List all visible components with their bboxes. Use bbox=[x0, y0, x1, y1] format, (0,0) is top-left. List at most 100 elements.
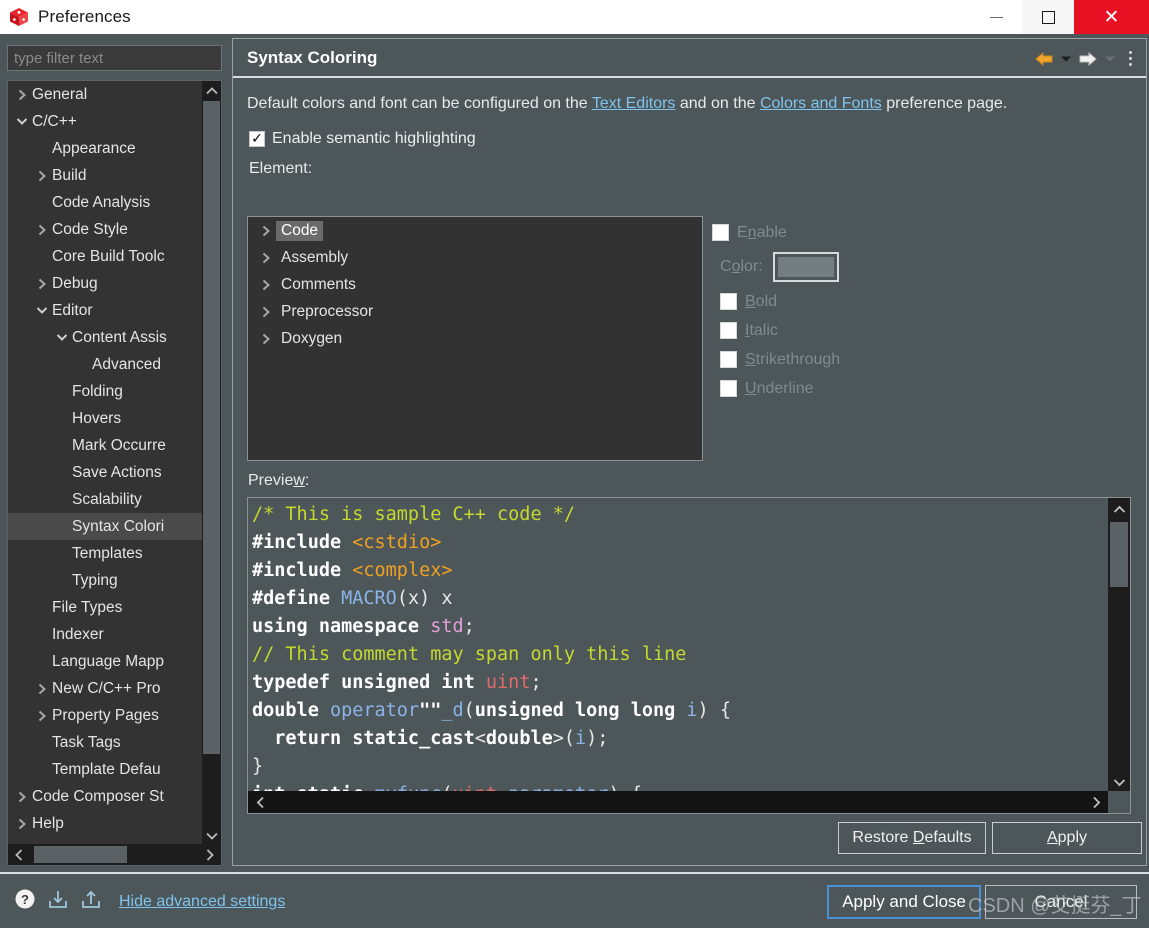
sidebar-vertical-scrollbar[interactable] bbox=[202, 81, 221, 846]
scroll-down-icon[interactable] bbox=[1108, 771, 1130, 793]
minimize-button[interactable] bbox=[970, 0, 1022, 34]
twisty-icon[interactable] bbox=[32, 278, 52, 290]
sidebar-item-templates[interactable]: Templates bbox=[8, 540, 204, 567]
twisty-icon[interactable] bbox=[32, 305, 52, 316]
sidebar-item-c-c[interactable]: C/C++ bbox=[8, 108, 204, 135]
twisty-icon[interactable] bbox=[32, 710, 52, 722]
twisty-icon[interactable] bbox=[12, 791, 32, 803]
preview-horizontal-scrollbar[interactable] bbox=[248, 791, 1108, 813]
sidebar-scroll-thumb[interactable] bbox=[203, 101, 220, 754]
underline-checkbox[interactable]: Underline bbox=[712, 374, 902, 403]
help-icon[interactable]: ? bbox=[14, 888, 36, 915]
scrollbar-corner bbox=[1108, 791, 1130, 813]
sidebar-item-content-assis[interactable]: Content Assis bbox=[8, 324, 204, 351]
sidebar-item-code-analysis[interactable]: Code Analysis bbox=[8, 189, 204, 216]
text-editors-link[interactable]: Text Editors bbox=[592, 95, 676, 112]
tree-list[interactable]: General C/C++ Appearance Build Code Analysis… bbox=[8, 81, 204, 846]
scroll-up-icon[interactable] bbox=[202, 81, 221, 101]
enable-semantic-highlighting-checkbox[interactable]: ✓ Enable semantic highlighting bbox=[249, 130, 1146, 148]
scroll-right-icon[interactable] bbox=[199, 844, 221, 865]
sidebar-item-scalability[interactable]: Scalability bbox=[8, 486, 204, 513]
filter-input[interactable]: type filter text bbox=[7, 45, 222, 71]
strikethrough-checkbox[interactable]: Strikethrough bbox=[712, 345, 902, 374]
chevron-right-icon[interactable] bbox=[257, 333, 276, 345]
scroll-right-icon[interactable] bbox=[1084, 791, 1108, 813]
forward-arrow-icon[interactable] bbox=[1079, 51, 1097, 67]
sidebar-item-indexer[interactable]: Indexer bbox=[8, 621, 204, 648]
element-item-code[interactable]: Code bbox=[248, 217, 702, 244]
code-token: ) { bbox=[697, 700, 731, 721]
twisty-icon[interactable] bbox=[32, 683, 52, 695]
color-swatch-button[interactable] bbox=[772, 252, 839, 282]
sidebar-item-editor[interactable]: Editor bbox=[8, 297, 204, 324]
sidebar-item-help[interactable]: Help bbox=[8, 810, 204, 837]
sidebar-item-template-defau[interactable]: Template Defau bbox=[8, 756, 204, 783]
chevron-right-icon[interactable] bbox=[257, 225, 276, 237]
preview-vertical-scrollbar[interactable] bbox=[1108, 498, 1130, 793]
element-list[interactable]: Code Assembly Comments Preprocessor Doxygen bbox=[247, 216, 703, 461]
element-item-assembly[interactable]: Assembly bbox=[248, 244, 702, 271]
sidebar-item-debug[interactable]: Debug bbox=[8, 270, 204, 297]
sidebar-item-syntax-colori[interactable]: Syntax Colori bbox=[8, 513, 204, 540]
twisty-icon[interactable] bbox=[12, 116, 32, 127]
sidebar-item-property-pages[interactable]: Property Pages bbox=[8, 702, 204, 729]
twisty-icon[interactable] bbox=[32, 170, 52, 182]
sidebar-item-typing[interactable]: Typing bbox=[8, 567, 204, 594]
sidebar-item-code-composer-st[interactable]: Code Composer St bbox=[8, 783, 204, 810]
apply-button[interactable]: Apply bbox=[992, 822, 1142, 854]
scroll-left-icon[interactable] bbox=[248, 791, 272, 813]
twisty-icon[interactable] bbox=[12, 818, 32, 830]
code-line: /* This is sample C++ code */ bbox=[252, 501, 1108, 529]
sidebar-item-save-actions[interactable]: Save Actions bbox=[8, 459, 204, 486]
import-icon[interactable] bbox=[47, 888, 69, 915]
chevron-right-icon[interactable] bbox=[257, 252, 276, 264]
chevron-right-icon[interactable] bbox=[257, 279, 276, 291]
twisty-icon[interactable] bbox=[12, 89, 32, 101]
twisty-icon[interactable] bbox=[32, 224, 52, 236]
sidebar-item-language-mapp[interactable]: Language Mapp bbox=[8, 648, 204, 675]
close-button[interactable]: ✕ bbox=[1074, 0, 1149, 34]
kebab-menu-icon[interactable] bbox=[1123, 51, 1138, 66]
italic-checkbox[interactable]: Italic bbox=[712, 316, 902, 345]
scroll-left-icon[interactable] bbox=[8, 844, 30, 865]
sidebar-item-appearance[interactable]: Appearance bbox=[8, 135, 204, 162]
sidebar-item-hovers[interactable]: Hovers bbox=[8, 405, 204, 432]
code-line: double operator""_d(unsigned long long i… bbox=[252, 697, 1108, 725]
colors-and-fonts-link[interactable]: Colors and Fonts bbox=[760, 95, 882, 112]
sidebar-item-advanced[interactable]: Advanced bbox=[8, 351, 204, 378]
sidebar-item-general[interactable]: General bbox=[8, 81, 204, 108]
sidebar-horizontal-scrollbar[interactable] bbox=[8, 844, 221, 865]
hide-advanced-settings-link[interactable]: Hide advanced settings bbox=[119, 893, 285, 911]
sidebar-item-mark-occurre[interactable]: Mark Occurre bbox=[8, 432, 204, 459]
sidebar-item-code-style[interactable]: Code Style bbox=[8, 216, 204, 243]
sidebar-item-label: Code Analysis bbox=[52, 193, 151, 211]
scroll-down-icon[interactable] bbox=[202, 826, 221, 846]
chevron-right-icon[interactable] bbox=[257, 306, 276, 318]
enable-checkbox[interactable]: Enable bbox=[712, 218, 902, 247]
sidebar-hscroll-thumb[interactable] bbox=[34, 846, 127, 863]
color-picker-row[interactable]: Color: bbox=[712, 247, 902, 287]
sidebar-item-build[interactable]: Build bbox=[8, 162, 204, 189]
scroll-up-icon[interactable] bbox=[1108, 498, 1130, 520]
back-arrow-icon[interactable] bbox=[1035, 51, 1053, 67]
element-item-doxygen[interactable]: Doxygen bbox=[248, 325, 702, 352]
preview-scroll-thumb[interactable] bbox=[1110, 522, 1128, 587]
twisty-icon[interactable] bbox=[52, 332, 72, 343]
apply-and-close-button[interactable]: Apply and Close bbox=[827, 885, 981, 919]
sidebar-item-core-build-toolc[interactable]: Core Build Toolc bbox=[8, 243, 204, 270]
bold-checkbox[interactable]: Bold bbox=[712, 287, 902, 316]
back-dropdown-icon[interactable] bbox=[1060, 55, 1072, 63]
export-icon[interactable] bbox=[80, 888, 102, 915]
sidebar-item-task-tags[interactable]: Task Tags bbox=[8, 729, 204, 756]
sidebar-item-label: Language Mapp bbox=[52, 652, 165, 670]
cancel-button[interactable]: Cancel bbox=[985, 885, 1137, 919]
maximize-button[interactable] bbox=[1022, 0, 1074, 34]
sidebar-item-new-c-c-pro[interactable]: New C/C++ Pro bbox=[8, 675, 204, 702]
restore-defaults-button[interactable]: Restore Defaults bbox=[838, 822, 986, 854]
element-item-comments[interactable]: Comments bbox=[248, 271, 702, 298]
sidebar-item-file-types[interactable]: File Types bbox=[8, 594, 204, 621]
sidebar-item-folding[interactable]: Folding bbox=[8, 378, 204, 405]
code-preview[interactable]: /* This is sample C++ code */ #include <c… bbox=[248, 498, 1108, 793]
code-token: /* This is sample C++ code */ bbox=[252, 504, 576, 525]
element-item-preprocessor[interactable]: Preprocessor bbox=[248, 298, 702, 325]
